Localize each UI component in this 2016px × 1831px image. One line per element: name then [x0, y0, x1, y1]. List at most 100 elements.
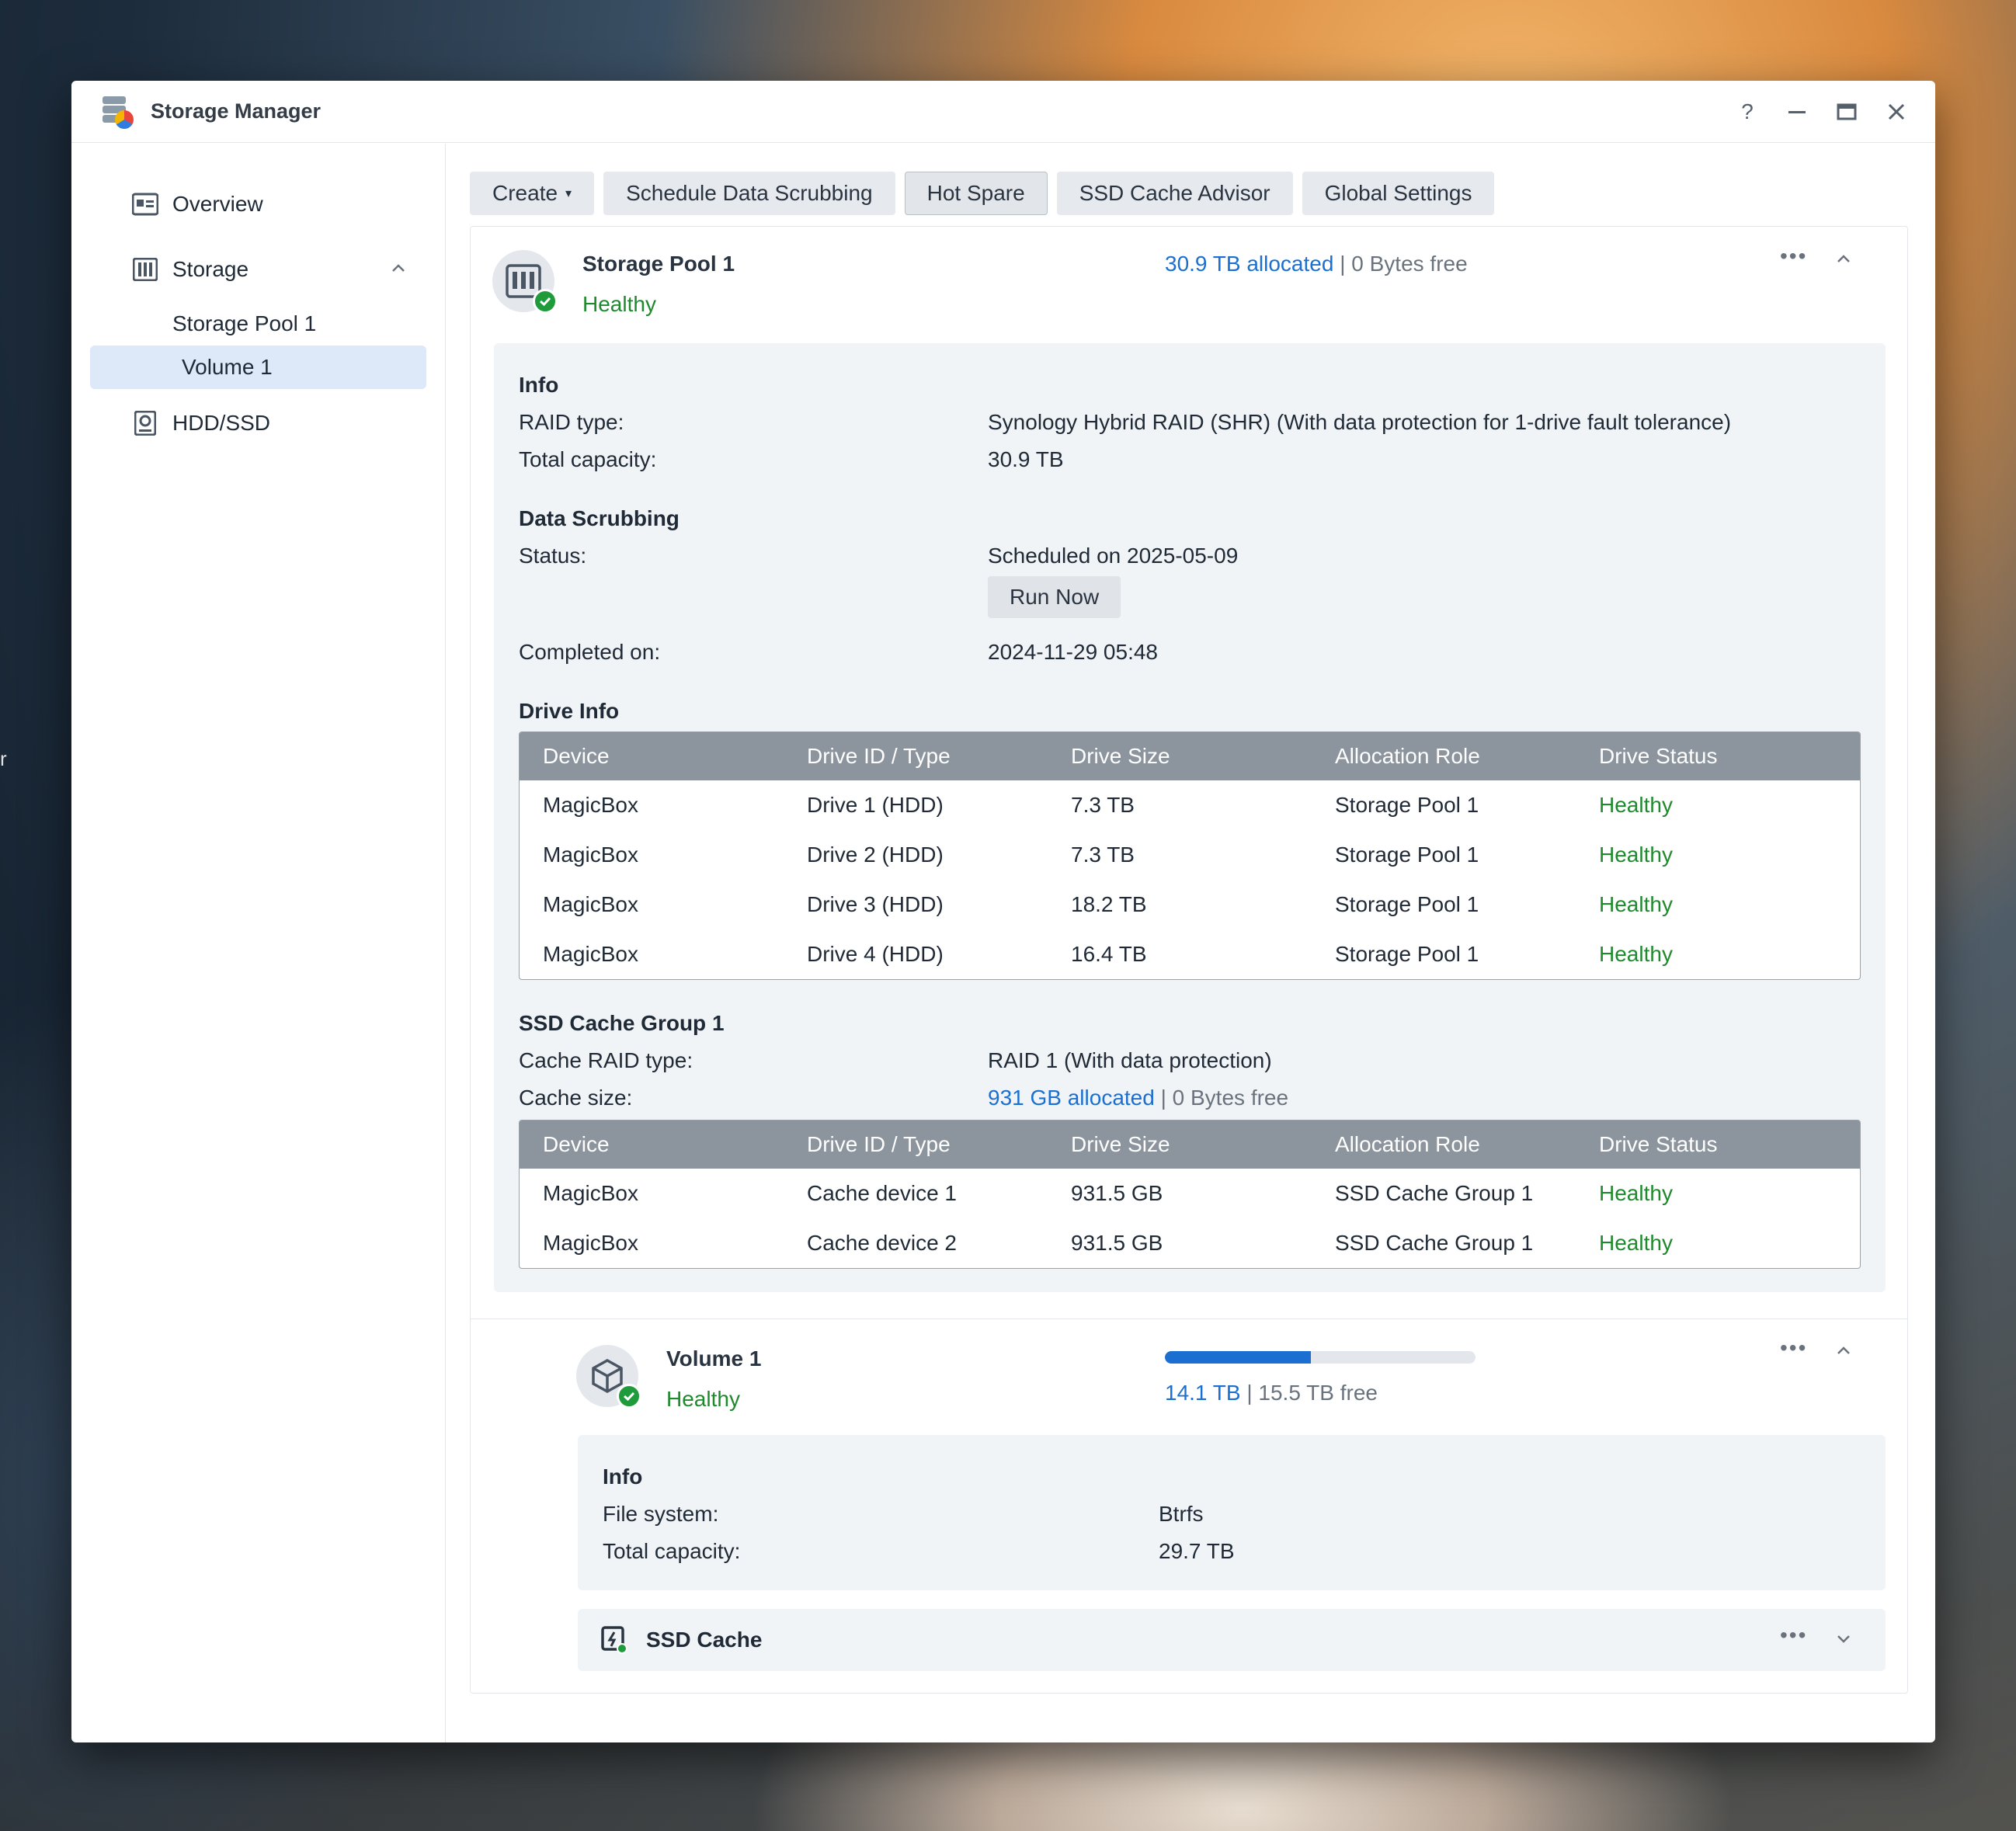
- sidebar-item-volume-1[interactable]: Volume 1: [90, 346, 426, 389]
- column-header[interactable]: Drive Size: [1048, 1132, 1312, 1157]
- drive-info-table: Device Drive ID / Type Drive Size Alloca…: [519, 731, 1861, 980]
- sidebar-item-hdd-ssd[interactable]: HDD/SSD: [90, 401, 426, 445]
- column-header[interactable]: Allocation Role: [1312, 1132, 1576, 1157]
- minimize-icon[interactable]: [1786, 101, 1808, 123]
- close-icon[interactable]: [1886, 101, 1907, 123]
- cache-size-label: Cache size:: [519, 1086, 633, 1110]
- ssd-cache-title: SSD Cache: [646, 1628, 763, 1652]
- table-row[interactable]: MagicBox Drive 1 (HDD) 7.3 TB Storage Po…: [520, 780, 1860, 830]
- cell-drive-status: Healthy: [1599, 793, 1673, 817]
- cell-drive-status: Healthy: [1599, 892, 1673, 916]
- storage-pool-allocation: 30.9 TB allocated | 0 Bytes free: [1165, 252, 1468, 276]
- healthy-check-icon: [533, 289, 558, 314]
- sidebar-item-overview[interactable]: Overview: [90, 182, 426, 226]
- storage-pool-info: Info RAID type: Synology Hybrid RAID (SH…: [494, 343, 1886, 1292]
- column-header[interactable]: Drive Status: [1576, 1132, 1860, 1157]
- volume-icon: [576, 1345, 641, 1409]
- table-row[interactable]: MagicBox Drive 3 (HDD) 18.2 TB Storage P…: [520, 880, 1860, 929]
- cell-drive-size: 18.2 TB: [1071, 892, 1147, 916]
- table-row[interactable]: MagicBox Drive 4 (HDD) 16.4 TB Storage P…: [520, 929, 1860, 979]
- maximize-icon[interactable]: [1836, 101, 1858, 123]
- table-row[interactable]: MagicBox Drive 2 (HDD) 7.3 TB Storage Po…: [520, 830, 1860, 880]
- storage-manager-window: Storage Manager ? Overview Storage Stora…: [71, 81, 1935, 1742]
- cell-drive-status: Healthy: [1599, 942, 1673, 966]
- caret-down-icon: ▾: [565, 187, 572, 200]
- help-icon[interactable]: ?: [1736, 101, 1758, 123]
- more-options-icon[interactable]: •••: [1780, 1336, 1807, 1360]
- chevron-up-icon[interactable]: [389, 259, 408, 283]
- healthy-check-icon: [617, 1384, 641, 1409]
- completed-on-label: Completed on:: [519, 640, 661, 664]
- separator: |: [1160, 1086, 1166, 1110]
- total-capacity-label: Total capacity:: [603, 1539, 741, 1563]
- hdd-icon: [132, 410, 158, 436]
- column-header[interactable]: Drive Status: [1576, 744, 1860, 769]
- separator: |: [1340, 252, 1346, 276]
- schedule-data-scrubbing-button[interactable]: Schedule Data Scrubbing: [603, 172, 895, 215]
- separator: |: [1246, 1381, 1253, 1405]
- title-bar: Storage Manager ?: [71, 81, 1935, 143]
- column-header[interactable]: Device: [520, 1132, 784, 1157]
- cell-drive-status: Healthy: [1599, 1231, 1673, 1255]
- window-title: Storage Manager: [151, 99, 322, 123]
- column-header[interactable]: Device: [520, 744, 784, 769]
- sidebar-item-storage[interactable]: Storage: [90, 248, 426, 291]
- allocated-link[interactable]: 30.9 TB allocated: [1165, 252, 1333, 276]
- create-button[interactable]: Create ▾: [470, 172, 595, 215]
- column-header[interactable]: Allocation Role: [1312, 744, 1576, 769]
- cell-allocation-role: Storage Pool 1: [1335, 793, 1479, 817]
- storage-pool-icon: [492, 250, 558, 314]
- overview-icon: [132, 191, 158, 217]
- cell-drive-id: Drive 4 (HDD): [807, 942, 944, 966]
- cell-drive-size: 7.3 TB: [1071, 843, 1135, 867]
- sidebar-item-label: Storage: [172, 257, 249, 281]
- ssd-cache-group-title: SSD Cache Group 1: [519, 1011, 725, 1035]
- cell-drive-status: Healthy: [1599, 1181, 1673, 1205]
- hot-spare-button[interactable]: Hot Spare: [904, 172, 1048, 215]
- collapse-chevron-icon[interactable]: [1834, 1342, 1853, 1364]
- ssd-cache-icon: [601, 1626, 627, 1658]
- volume-usage-bar: [1165, 1351, 1476, 1364]
- column-header[interactable]: Drive ID / Type: [784, 1132, 1048, 1157]
- file-system-value: Btrfs: [1159, 1502, 1204, 1526]
- table-row[interactable]: MagicBox Cache device 1 931.5 GB SSD Cac…: [520, 1169, 1860, 1218]
- volume-usage-fill: [1165, 1351, 1311, 1364]
- table-row[interactable]: MagicBox Cache device 2 931.5 GB SSD Cac…: [520, 1218, 1860, 1268]
- run-now-button[interactable]: Run Now: [988, 576, 1121, 618]
- more-options-icon[interactable]: •••: [1780, 1623, 1807, 1648]
- cell-drive-id: Drive 1 (HDD): [807, 793, 944, 817]
- global-settings-button[interactable]: Global Settings: [1302, 172, 1495, 215]
- completed-on-value: 2024-11-29 05:48: [988, 640, 1158, 664]
- sidebar-item-storage-pool-1[interactable]: Storage Pool 1: [90, 302, 426, 346]
- scrub-status-value: Scheduled on 2025-05-09: [988, 544, 1239, 568]
- svg-text:?: ?: [1741, 101, 1754, 123]
- cell-drive-id: Cache device 2: [807, 1231, 958, 1255]
- storage-manager-app-icon: [99, 95, 134, 129]
- sidebar-item-label: Volume 1: [182, 355, 273, 379]
- cache-allocated-link[interactable]: 931 GB allocated: [988, 1086, 1155, 1110]
- collapse-chevron-icon[interactable]: [1834, 250, 1853, 273]
- cache-raid-type-value: RAID 1 (With data protection): [988, 1048, 1272, 1072]
- more-options-icon[interactable]: •••: [1780, 244, 1807, 269]
- volume-status: Healthy: [666, 1387, 740, 1411]
- total-capacity-label: Total capacity:: [519, 447, 657, 471]
- storage-pool-panel: Storage Pool 1 Healthy 30.9 TB allocated…: [470, 226, 1908, 1694]
- ssd-cache-section[interactable]: SSD Cache •••: [578, 1609, 1886, 1671]
- column-header[interactable]: Drive Size: [1048, 744, 1312, 769]
- volume-used-link[interactable]: 14.1 TB: [1165, 1381, 1241, 1405]
- ssd-cache-advisor-button[interactable]: SSD Cache Advisor: [1056, 172, 1293, 215]
- cell-drive-size: 16.4 TB: [1071, 942, 1147, 966]
- cell-allocation-role: Storage Pool 1: [1335, 942, 1479, 966]
- storage-pool-name: Storage Pool 1: [582, 252, 735, 276]
- column-header[interactable]: Drive ID / Type: [784, 744, 1048, 769]
- expand-chevron-icon[interactable]: [1834, 1629, 1853, 1652]
- volume-free-space: 15.5 TB free: [1258, 1381, 1378, 1405]
- cell-drive-status: Healthy: [1599, 843, 1673, 867]
- main-content: Create ▾ Schedule Data Scrubbing Hot Spa…: [447, 144, 1935, 1742]
- info-title: Info: [603, 1464, 643, 1489]
- cell-drive-size: 931.5 GB: [1071, 1181, 1163, 1205]
- sidebar-item-label: Storage Pool 1: [172, 311, 317, 335]
- table-header: Device Drive ID / Type Drive Size Alloca…: [520, 732, 1860, 780]
- toolbar: Create ▾ Schedule Data Scrubbing Hot Spa…: [470, 172, 1495, 215]
- background-edge-text: r: [0, 747, 7, 770]
